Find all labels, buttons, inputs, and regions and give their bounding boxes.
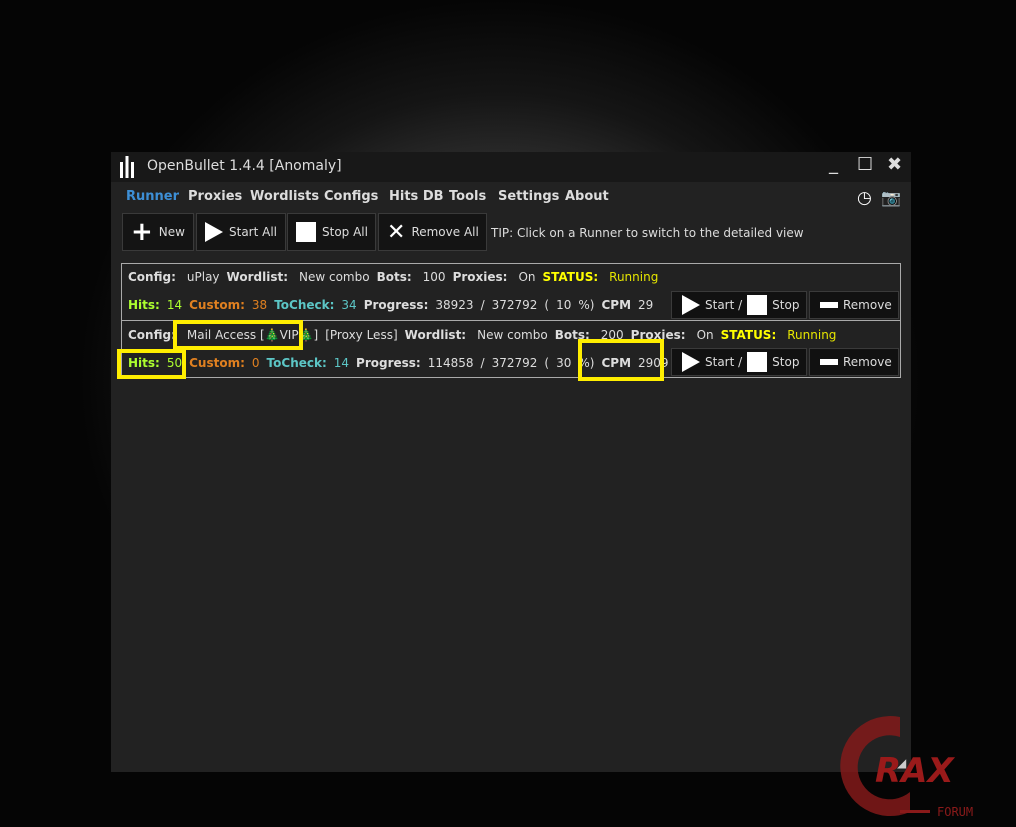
stop-all-label: Stop All: [322, 225, 368, 239]
config-label: Config:: [128, 270, 176, 284]
start-label: Start /: [705, 355, 743, 369]
custom-label: Custom:: [189, 356, 245, 370]
paren: (: [544, 356, 550, 370]
app-logo-icon: [120, 156, 134, 178]
paren: (: [544, 298, 550, 312]
progress-label: Progress:: [363, 298, 429, 312]
custom-value: 38: [251, 298, 268, 312]
nav-hits-db[interactable]: Hits DB: [389, 189, 444, 204]
stop-icon: [296, 222, 316, 242]
bots-label: Bots:: [376, 270, 412, 284]
svg-text:RAX: RAX: [875, 751, 955, 791]
start-all-button[interactable]: Start All: [196, 213, 286, 251]
proxies-value: On: [518, 270, 536, 284]
stop-label: Stop: [772, 298, 800, 312]
paren: %): [578, 298, 595, 312]
nav-wordlists[interactable]: Wordlists: [250, 189, 319, 204]
new-button[interactable]: + New: [122, 213, 194, 251]
custom-label: Custom:: [189, 298, 245, 312]
remove-all-button[interactable]: ✕ Remove All: [378, 213, 487, 251]
start-all-label: Start All: [229, 225, 278, 239]
start-stop-button[interactable]: Start / Stop: [671, 291, 807, 319]
remove-label: Remove: [843, 355, 892, 369]
config-label: Config:: [128, 328, 176, 342]
tocheck-label: ToCheck:: [266, 356, 327, 370]
proxies-value: On: [696, 328, 714, 342]
hits-label: Hits:: [128, 298, 160, 312]
proxies-label: Proxies:: [452, 270, 508, 284]
status-label: STATUS:: [542, 270, 599, 284]
nav-runner[interactable]: Runner: [126, 189, 179, 204]
wordlist-value: New combo: [299, 270, 370, 284]
minimize-button[interactable]: _: [829, 154, 838, 175]
nav-configs[interactable]: Configs: [324, 189, 378, 204]
remove-all-label: Remove All: [411, 225, 479, 239]
maximize-button[interactable]: ☐: [857, 154, 873, 175]
percent-value: 10: [556, 298, 572, 312]
minus-icon: [820, 359, 838, 365]
play-icon: [205, 222, 223, 242]
wordlist-label: Wordlist:: [404, 328, 467, 342]
crax-forum-watermark-logo: RAX FORUM: [840, 716, 973, 819]
nav-tools[interactable]: Tools: [449, 189, 486, 204]
slash: /: [480, 298, 485, 312]
config-value: uPlay: [186, 270, 220, 284]
svg-text:FORUM: FORUM: [937, 805, 973, 819]
progress-value: 114858: [427, 356, 474, 370]
new-label: New: [158, 225, 185, 239]
history-icon[interactable]: ◷: [857, 188, 872, 208]
tocheck-value: 14: [333, 356, 350, 370]
minus-icon: [820, 302, 838, 308]
total-value: 372792: [491, 298, 538, 312]
remove-button[interactable]: Remove: [809, 291, 899, 319]
tocheck-value: 34: [341, 298, 357, 312]
play-icon: [682, 295, 700, 315]
nav-settings[interactable]: Settings: [498, 189, 559, 204]
highlight-hits: [117, 349, 186, 379]
camera-icon[interactable]: 📷: [881, 188, 901, 207]
progress-label: Progress:: [356, 356, 421, 370]
runner-row[interactable]: Config: uPlay Wordlist: New combo Bots: 100…: [121, 263, 901, 321]
status-label: STATUS:: [720, 328, 777, 342]
window-title: OpenBullet 1.4.4 [Anomaly]: [147, 158, 342, 174]
bots-value: 100: [422, 270, 446, 284]
nav-about[interactable]: About: [565, 189, 609, 204]
tip-text: TIP: Click on a Runner to switch to the …: [491, 226, 804, 240]
slash: /: [480, 356, 485, 370]
remove-button[interactable]: Remove: [809, 348, 899, 376]
cpm-label: CPM: [601, 298, 632, 312]
custom-value: 0: [251, 356, 260, 370]
stop-all-button[interactable]: Stop All: [287, 213, 376, 251]
status-value: Running: [609, 270, 659, 284]
plus-icon: +: [131, 217, 153, 247]
percent-value: 30: [556, 356, 572, 370]
close-button[interactable]: ✖: [887, 154, 902, 175]
stop-icon: [747, 295, 768, 315]
status-value: Running: [787, 328, 837, 342]
config-suffix: [Proxy Less]: [325, 328, 398, 342]
start-stop-button[interactable]: Start / Stop: [671, 348, 807, 376]
total-value: 372792: [491, 356, 538, 370]
tocheck-label: ToCheck:: [274, 298, 335, 312]
nav-proxies[interactable]: Proxies: [188, 189, 242, 204]
highlight-cpm: [578, 339, 664, 381]
hits-value: 14: [166, 298, 183, 312]
title-bar[interactable]: OpenBullet 1.4.4 [Anomaly] _ ☐ ✖: [111, 152, 911, 182]
stop-icon: [747, 352, 768, 372]
x-icon: ✕: [387, 219, 406, 245]
wordlist-value: New combo: [477, 328, 548, 342]
wordlist-label: Wordlist:: [226, 270, 288, 284]
app-window: OpenBullet 1.4.4 [Anomaly] _ ☐ ✖ Runner …: [111, 152, 911, 772]
start-label: Start /: [705, 298, 743, 312]
remove-label: Remove: [843, 298, 892, 312]
cpm-value: 29: [638, 298, 654, 312]
play-icon: [682, 352, 700, 372]
highlight-config: [173, 320, 303, 350]
progress-value: 38923: [435, 298, 474, 312]
stop-label: Stop: [772, 355, 800, 369]
